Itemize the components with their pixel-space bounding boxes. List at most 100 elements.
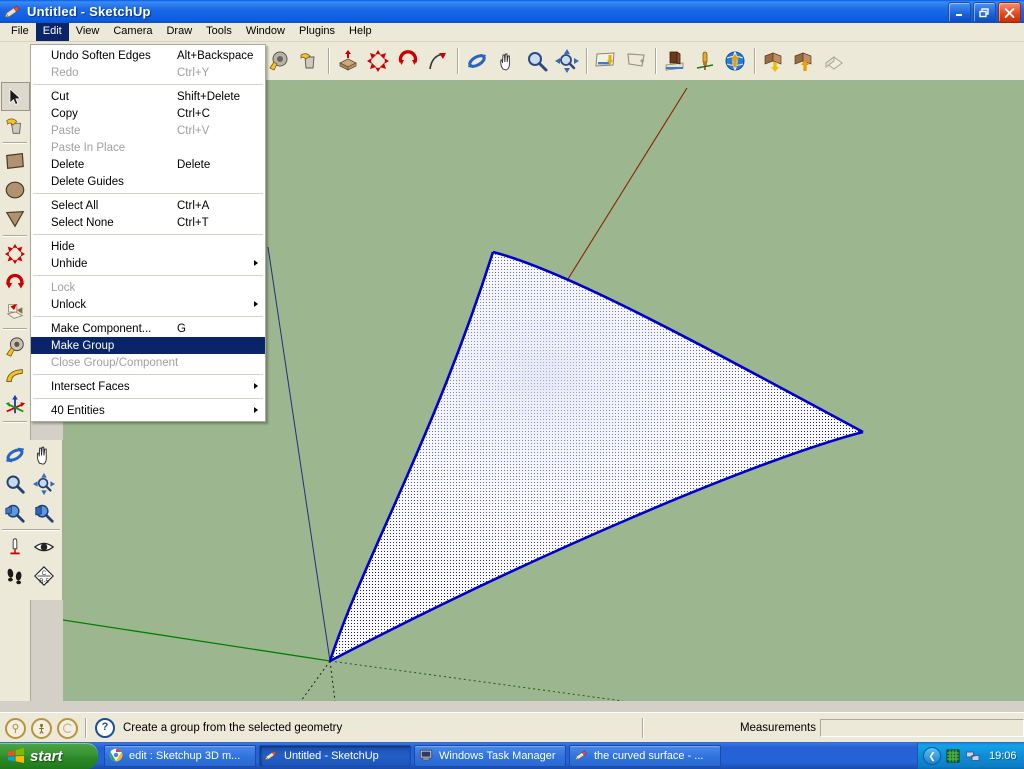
- menu-item-cut[interactable]: Cut Shift+Delete: [31, 88, 265, 105]
- menu-item-close-group-component[interactable]: Close Group/Component: [31, 354, 265, 371]
- menu-item-lock[interactable]: Lock: [31, 279, 265, 296]
- push-pull-icon[interactable]: [333, 46, 363, 76]
- network-grid-icon[interactable]: [946, 749, 961, 764]
- share-component-icon[interactable]: [789, 46, 819, 76]
- move-icon[interactable]: [1, 239, 30, 268]
- zoom-icon[interactable]: [0, 469, 29, 498]
- menu-help[interactable]: Help: [342, 23, 379, 41]
- orbit-icon[interactable]: [0, 440, 29, 469]
- section-display-icon[interactable]: [621, 46, 651, 76]
- walk-footprints-icon[interactable]: [0, 561, 29, 590]
- menu-item-delete-guides[interactable]: Delete Guides: [31, 173, 265, 190]
- menu-item-label: Intersect Faces: [51, 380, 130, 393]
- zoom-window-icon[interactable]: [0, 498, 29, 527]
- menu-separator: [33, 398, 263, 399]
- menu-separator: [33, 234, 263, 235]
- start-label: start: [30, 747, 63, 765]
- status-separator: [85, 718, 86, 738]
- menu-item-copy[interactable]: Copy Ctrl+C: [31, 105, 265, 122]
- layout-icon[interactable]: [819, 46, 849, 76]
- sketchup-pencil-icon: [3, 3, 23, 20]
- help-question-icon[interactable]: ?: [95, 718, 115, 738]
- measurements-input[interactable]: [820, 719, 1024, 737]
- menu-item-hide[interactable]: Hide: [31, 238, 265, 255]
- taskbar-item-sketchup[interactable]: Untitled - SketchUp: [259, 745, 411, 767]
- menu-tools[interactable]: Tools: [199, 23, 239, 41]
- previous-view-icon[interactable]: [29, 498, 58, 527]
- menu-item-undo-soften-edges[interactable]: Undo Soften Edges Alt+Backspace: [31, 47, 265, 64]
- pan-icon[interactable]: [492, 46, 522, 76]
- menu-item-paste-in-place[interactable]: Paste In Place: [31, 139, 265, 156]
- menu-item-label: Copy: [51, 107, 78, 120]
- menu-item-make-component[interactable]: Make Component... G: [31, 320, 265, 337]
- menu-item-unlock[interactable]: Unlock: [31, 296, 265, 313]
- menu-draw[interactable]: Draw: [159, 23, 199, 41]
- system-clock[interactable]: 19:06: [989, 750, 1017, 762]
- menu-item-redo[interactable]: Redo Ctrl+Y: [31, 64, 265, 81]
- menu-item-select-all[interactable]: Select All Ctrl+A: [31, 197, 265, 214]
- section-plane-icon[interactable]: [591, 46, 621, 76]
- menu-item-make-group[interactable]: Make Group: [31, 337, 265, 354]
- menu-view[interactable]: View: [69, 23, 107, 41]
- solar-north-icon[interactable]: [57, 717, 78, 739]
- restore-button[interactable]: [973, 2, 996, 23]
- section-plane-icon[interactable]: C R-5: [29, 561, 58, 590]
- edit-menu-dropdown[interactable]: Undo Soften Edges Alt+Backspace Redo Ctr…: [30, 44, 266, 422]
- menu-item-select-none[interactable]: Select None Ctrl+T: [31, 214, 265, 231]
- menu-plugins[interactable]: Plugins: [292, 23, 342, 41]
- axes-icon[interactable]: [1, 390, 30, 419]
- select-arrow-icon[interactable]: [0, 82, 30, 111]
- network-status-icon[interactable]: [966, 749, 981, 764]
- menu-item-shortcut: Shift+Delete: [177, 90, 240, 103]
- sketchup-application-window: Untitled - SketchUp File Edit View Camer…: [0, 0, 1024, 769]
- menu-item-delete[interactable]: Delete Delete: [31, 156, 265, 173]
- orbit-icon[interactable]: [462, 46, 492, 76]
- windows-taskbar: start edit : Sketchup 3D m... Untitled -…: [0, 742, 1024, 769]
- zoom-icon[interactable]: [522, 46, 552, 76]
- menu-item-label: Delete Guides: [51, 175, 124, 188]
- menu-item-label: Make Group: [51, 339, 115, 352]
- show-hidden-icons-button[interactable]: ❮: [923, 747, 941, 765]
- follow-me-icon[interactable]: [1, 297, 30, 326]
- rectangle-icon[interactable]: [1, 146, 30, 175]
- circle-icon[interactable]: [1, 175, 30, 204]
- menu-camera[interactable]: Camera: [106, 23, 159, 41]
- menu-file[interactable]: File: [4, 23, 36, 41]
- menu-separator: [33, 84, 263, 85]
- taskbar-item-task-manager[interactable]: Windows Task Manager: [414, 745, 566, 767]
- taskbar-item-label: Windows Task Manager: [439, 750, 556, 762]
- menu-item-intersect-faces[interactable]: Intersect Faces: [31, 378, 265, 395]
- tape-measure-icon[interactable]: [1, 332, 30, 361]
- position-camera-icon[interactable]: [0, 532, 29, 561]
- menu-edit[interactable]: Edit: [35, 23, 69, 41]
- rotate-icon[interactable]: [1, 268, 30, 297]
- pan-hand-icon[interactable]: [29, 440, 58, 469]
- menu-window[interactable]: Window: [239, 23, 292, 41]
- paint-bucket-icon[interactable]: [294, 46, 324, 76]
- taskbar-item-chrome[interactable]: edit : Sketchup 3D m...: [104, 745, 256, 767]
- geo-location-icon[interactable]: [5, 717, 26, 739]
- rotate-icon[interactable]: [393, 46, 423, 76]
- taskbar-item-curved-surface[interactable]: the curved surface - ...: [569, 745, 721, 767]
- follow-me-icon[interactable]: [423, 46, 453, 76]
- 3d-warehouse-icon[interactable]: [660, 46, 690, 76]
- move-icon[interactable]: [363, 46, 393, 76]
- share-model-icon[interactable]: [720, 46, 750, 76]
- menu-item-40-entities[interactable]: 40 Entities: [31, 402, 265, 419]
- photo-match-icon[interactable]: [690, 46, 720, 76]
- start-button[interactable]: start: [0, 743, 98, 769]
- protractor-icon[interactable]: [1, 361, 30, 390]
- menu-item-paste[interactable]: Paste Ctrl+V: [31, 122, 265, 139]
- zoom-extents-icon[interactable]: [552, 46, 582, 76]
- look-around-eye-icon[interactable]: [29, 532, 58, 561]
- zoom-extents-icon[interactable]: [29, 469, 58, 498]
- polygon-icon[interactable]: [1, 204, 30, 233]
- menu-item-label: Select All: [51, 199, 99, 212]
- credits-person-icon[interactable]: [31, 717, 52, 739]
- minimize-button[interactable]: [948, 2, 971, 23]
- close-button[interactable]: [998, 2, 1021, 23]
- tape-measure-icon[interactable]: [264, 46, 294, 76]
- get-models-icon[interactable]: [759, 46, 789, 76]
- paint-bucket-icon[interactable]: [1, 111, 30, 140]
- menu-item-unhide[interactable]: Unhide: [31, 255, 265, 272]
